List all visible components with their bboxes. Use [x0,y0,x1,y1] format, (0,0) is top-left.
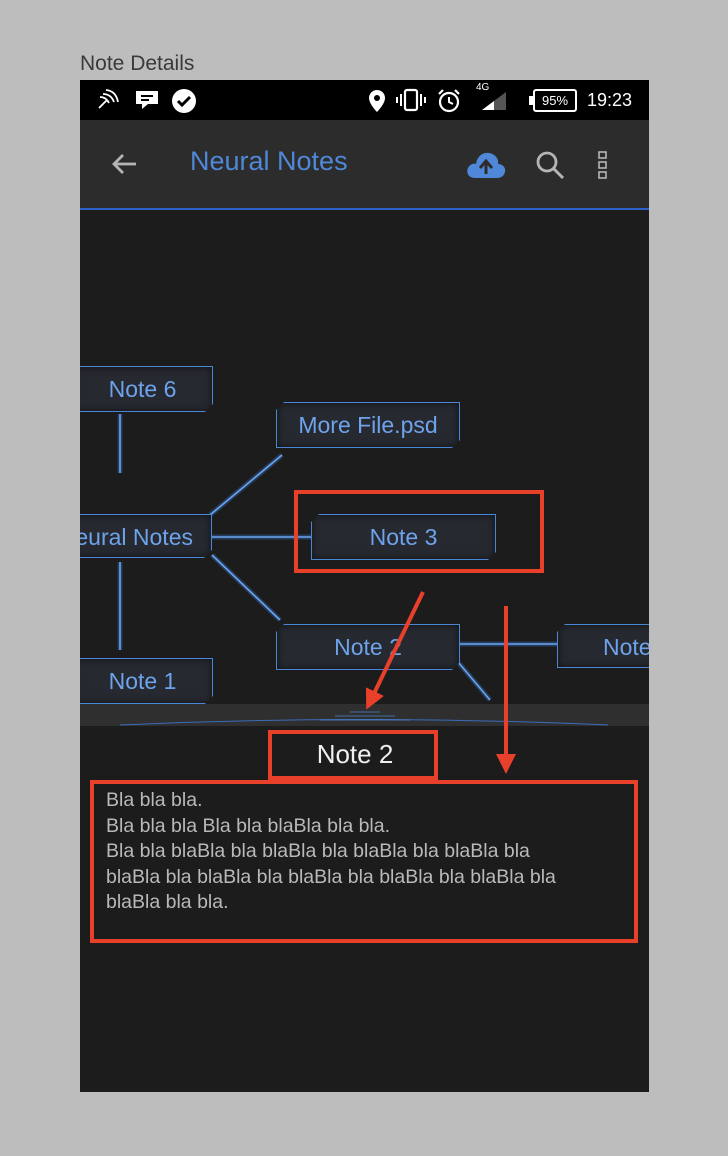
annotation-arrow-to-title [365,591,425,710]
annotation-arrows [365,591,516,774]
